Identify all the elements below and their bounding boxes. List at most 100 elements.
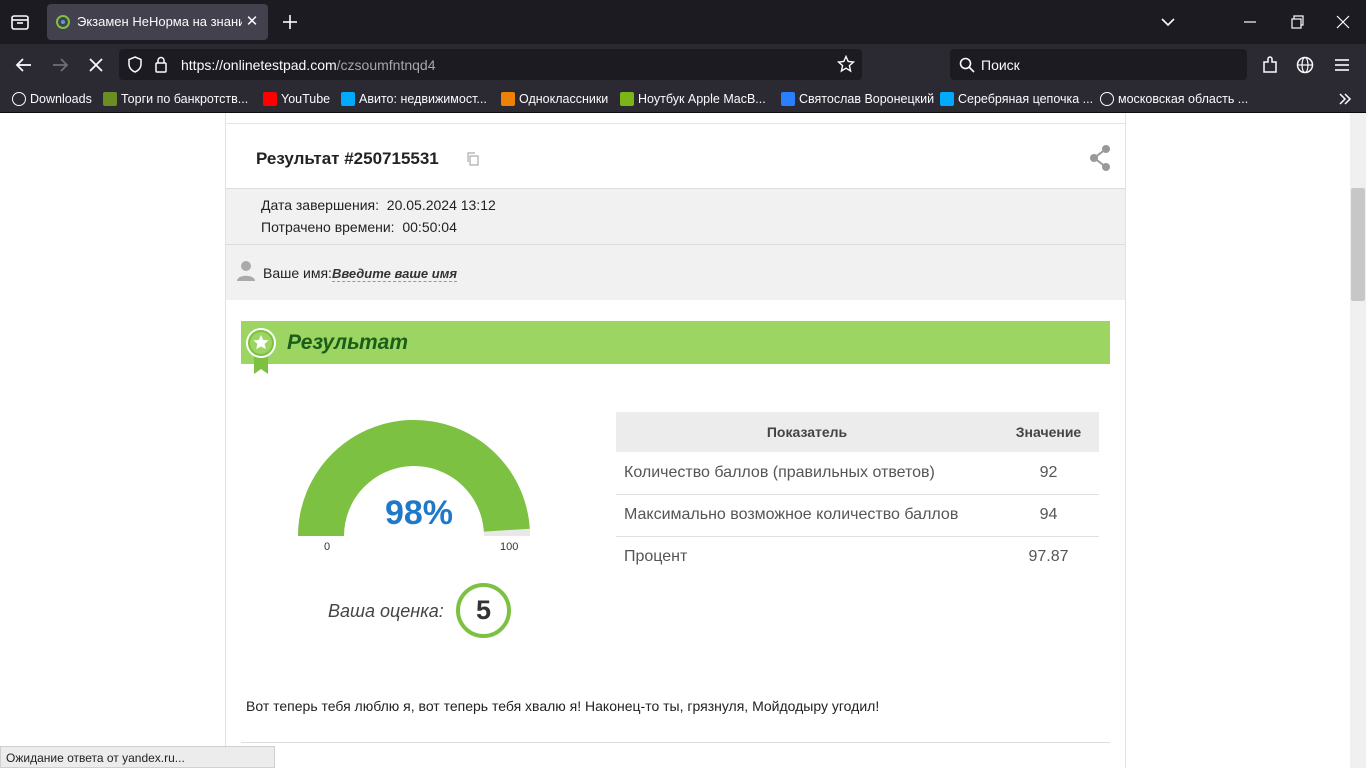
- forward-arrow-icon[interactable]: [49, 54, 71, 76]
- table-row: Максимально возможное количество баллов …: [616, 494, 1099, 537]
- banner-title: Результат: [287, 331, 409, 354]
- bookmark-label: московская область ...: [1118, 92, 1249, 106]
- result-banner: Результат: [241, 321, 1110, 374]
- bookmarks-overflow-chevron-icon[interactable]: [1337, 91, 1353, 107]
- header-value: Значение: [998, 412, 1099, 452]
- gauge-min-label: 0: [324, 541, 331, 553]
- result-header: Результат #250715531: [226, 123, 1125, 189]
- completed-label: Дата завершения:: [261, 197, 379, 213]
- name-field: Ваше имя:Введите ваше имя: [263, 265, 457, 282]
- youtube-icon: [263, 92, 277, 106]
- globe-vpn-icon[interactable]: [1294, 54, 1316, 76]
- row-value: 94: [998, 494, 1099, 537]
- bookmark-label: Одноклассники: [519, 92, 609, 106]
- bookmark-label: YouTube: [281, 92, 331, 106]
- bookmark-label: Ноутбук Apple MacB...: [638, 92, 766, 106]
- bookmark-item[interactable]: Одноклассники: [501, 90, 608, 108]
- bookmark-label: Торги по банкротств...: [121, 92, 249, 106]
- gauge-max-label: 100: [500, 541, 519, 553]
- table-row: Количество баллов (правильных ответов) 9…: [616, 452, 1099, 495]
- bookmark-item[interactable]: московская область ...: [1100, 90, 1248, 108]
- result-title: Результат #250715531: [256, 149, 439, 168]
- url-host: https://onlinetestpad.com: [181, 57, 337, 73]
- spent-row: Потрачено времени: 00:50:04: [261, 219, 457, 235]
- globe-icon: [12, 92, 26, 106]
- row-label: Максимально возможное количество баллов: [616, 494, 998, 537]
- result-card: Результат #250715531 Дата завершения: 20…: [225, 113, 1126, 768]
- bookmark-item[interactable]: Серебряная цепочка ...: [940, 90, 1093, 108]
- avito-icon: [341, 92, 355, 106]
- hammer-icon: [103, 92, 117, 106]
- globe-icon: [1100, 92, 1114, 106]
- tab-list-icon[interactable]: [6, 10, 34, 34]
- row-label: Количество баллов (правильных ответов): [616, 452, 998, 495]
- grade-value: 5: [456, 583, 511, 638]
- stop-loading-icon[interactable]: [85, 54, 107, 76]
- ok-icon: [501, 92, 515, 106]
- close-tab-icon[interactable]: ✕: [243, 13, 261, 31]
- divider: [241, 742, 1110, 743]
- page-content: Результат #250715531 Дата завершения: 20…: [0, 113, 1366, 768]
- result-message: Вот теперь тебя люблю я, вот теперь тебя…: [246, 698, 880, 714]
- active-tab[interactable]: Экзамен НеНорма на знание р ✕: [47, 4, 268, 40]
- bookmark-label: Downloads: [30, 92, 92, 106]
- hamburger-menu-icon[interactable]: [1331, 54, 1353, 76]
- award-badge-icon: [246, 328, 276, 374]
- name-label: Ваше имя:: [263, 265, 332, 281]
- search-icon: [959, 57, 975, 73]
- tracking-shield-icon[interactable]: [127, 56, 143, 73]
- grade-label: Ваша оценка:: [328, 601, 444, 621]
- bookmark-label: Серебряная цепочка ...: [958, 92, 1094, 106]
- close-window-icon[interactable]: [1333, 12, 1353, 32]
- gauge-percent: 98%: [384, 494, 454, 532]
- name-input-link[interactable]: Введите ваше имя: [331, 266, 457, 282]
- row-value: 92: [998, 452, 1099, 495]
- bookmark-item[interactable]: Святослав Воронецкий: [781, 90, 934, 108]
- tab-title: Экзамен НеНорма на знание р: [77, 14, 242, 29]
- user-icon: [237, 261, 255, 281]
- search-bar[interactable]: Поиск: [950, 49, 1247, 80]
- status-bar: Ожидание ответа от yandex.ru...: [0, 746, 275, 768]
- name-row: Ваше имя:Введите ваше имя: [226, 245, 1125, 300]
- search-placeholder: Поиск: [981, 57, 1020, 73]
- bookmark-star-icon[interactable]: [837, 55, 855, 73]
- new-tab-icon[interactable]: [280, 12, 300, 32]
- result-meta: Дата завершения: 20.05.2024 13:12 Потрач…: [226, 189, 1125, 245]
- bookmark-item[interactable]: YouTube: [263, 90, 330, 108]
- chat-icon: [781, 92, 795, 106]
- share-icon[interactable]: [1088, 144, 1112, 172]
- bookmark-item[interactable]: Downloads: [12, 90, 92, 108]
- completed-value: 20.05.2024 13:12: [386, 197, 496, 213]
- tab-overflow-chevron-icon[interactable]: [1158, 12, 1178, 32]
- row-value: 97.87: [1028, 548, 1069, 566]
- row-label: Процент: [624, 548, 688, 566]
- eldorado-icon: [620, 92, 634, 106]
- lock-icon[interactable]: [154, 56, 168, 73]
- avito-icon: [940, 92, 954, 106]
- table-row: Процент 97.87: [616, 536, 1099, 578]
- bookmark-label: Авито: недвижимост...: [359, 92, 487, 106]
- bookmark-item[interactable]: Авито: недвижимост...: [341, 90, 487, 108]
- copy-icon[interactable]: [466, 152, 480, 166]
- minimize-icon[interactable]: [1240, 12, 1260, 32]
- extensions-icon[interactable]: [1259, 54, 1281, 76]
- bookmarks-toolbar: Downloads Торги по банкротств... YouTube Ав…: [0, 86, 1366, 113]
- site-favicon-icon: [56, 15, 70, 29]
- completed-row: Дата завершения: 20.05.2024 13:12: [261, 197, 496, 213]
- url-path: /czsoumfntnqd4: [336, 57, 436, 73]
- restore-icon[interactable]: [1287, 12, 1307, 32]
- stats-table: Показатель Значение Количество баллов (п…: [616, 412, 1099, 578]
- back-arrow-icon[interactable]: [13, 54, 35, 76]
- spent-label: Потрачено времени:: [261, 219, 395, 235]
- navigation-bar: https://onlinetestpad.com/czsoumfntnqd4 …: [0, 44, 1366, 86]
- url-text[interactable]: https://onlinetestpad.com/czsoumfntnqd4: [181, 57, 436, 73]
- bookmark-item[interactable]: Ноутбук Apple MacB...: [620, 90, 766, 108]
- address-bar[interactable]: https://onlinetestpad.com/czsoumfntnqd4: [119, 49, 862, 80]
- stats-header-row: Показатель Значение: [616, 412, 1099, 452]
- bookmark-label: Святослав Воронецкий: [799, 92, 935, 106]
- spent-value: 00:50:04: [402, 219, 457, 235]
- scrollbar-thumb[interactable]: [1351, 188, 1365, 301]
- bookmark-item[interactable]: Торги по банкротств...: [103, 90, 248, 108]
- header-indicator: Показатель: [616, 412, 998, 452]
- title-bar: Экзамен НеНорма на знание р ✕: [0, 0, 1366, 44]
